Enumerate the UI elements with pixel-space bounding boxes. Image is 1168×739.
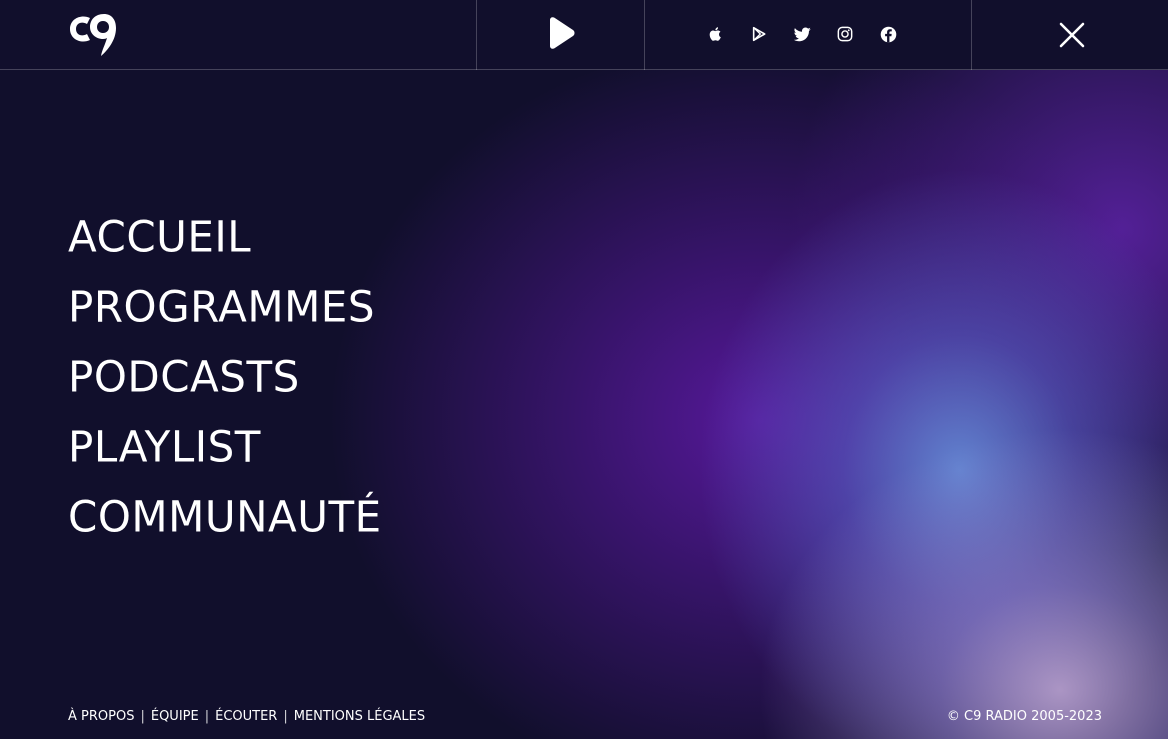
footer-links: À PROPOS | ÉQUIPE | ÉCOUTER | MENTIONS L… — [68, 708, 425, 726]
social-links — [704, 22, 900, 46]
c9-logo[interactable] — [68, 12, 118, 58]
nav-link-accueil[interactable]: ACCUEIL — [68, 209, 251, 264]
nav-item-programmes: PROGRAMMES — [68, 280, 382, 350]
footer-separator: | — [283, 709, 288, 724]
main-nav: ACCUEIL PROGRAMMES PODCASTS PLAYLIST COM… — [68, 210, 382, 560]
play-icon — [550, 17, 575, 49]
header-divider — [971, 0, 972, 70]
close-icon — [1059, 22, 1085, 48]
nav-item-accueil: ACCUEIL — [68, 210, 382, 280]
nav-item-playlist: PLAYLIST — [68, 420, 382, 490]
nav-link-communaute[interactable]: COMMUNAUTÉ — [68, 489, 382, 544]
footer-link-equipe[interactable]: ÉQUIPE — [151, 708, 199, 726]
google-play-icon[interactable] — [747, 22, 771, 46]
top-bar — [0, 0, 1168, 70]
header-divider — [644, 0, 645, 70]
footer-link-ecouter[interactable]: ÉCOUTER — [215, 708, 277, 726]
facebook-icon[interactable] — [876, 22, 900, 46]
footer-link-mentions-legales[interactable]: MENTIONS LÉGALES — [294, 708, 425, 726]
copyright-text: © C9 RADIO 2005-2023 — [946, 709, 1102, 724]
nav-link-programmes[interactable]: PROGRAMMES — [68, 279, 375, 334]
apple-icon[interactable] — [704, 22, 728, 46]
play-button[interactable] — [545, 16, 577, 50]
close-menu-button[interactable] — [1058, 21, 1086, 49]
nav-link-playlist[interactable]: PLAYLIST — [68, 419, 261, 474]
footer-separator: | — [204, 709, 210, 724]
nav-link-podcasts[interactable]: PODCASTS — [68, 349, 300, 404]
nav-item-communaute: COMMUNAUTÉ — [68, 490, 382, 560]
menu-overlay: ACCUEIL PROGRAMMES PODCASTS PLAYLIST COM… — [0, 0, 1168, 739]
instagram-icon[interactable] — [833, 22, 857, 46]
twitter-icon[interactable] — [790, 22, 814, 46]
footer-separator: | — [140, 709, 145, 724]
header-divider — [476, 0, 477, 70]
footer-link-a-propos[interactable]: À PROPOS — [68, 708, 134, 726]
nav-item-podcasts: PODCASTS — [68, 350, 382, 420]
